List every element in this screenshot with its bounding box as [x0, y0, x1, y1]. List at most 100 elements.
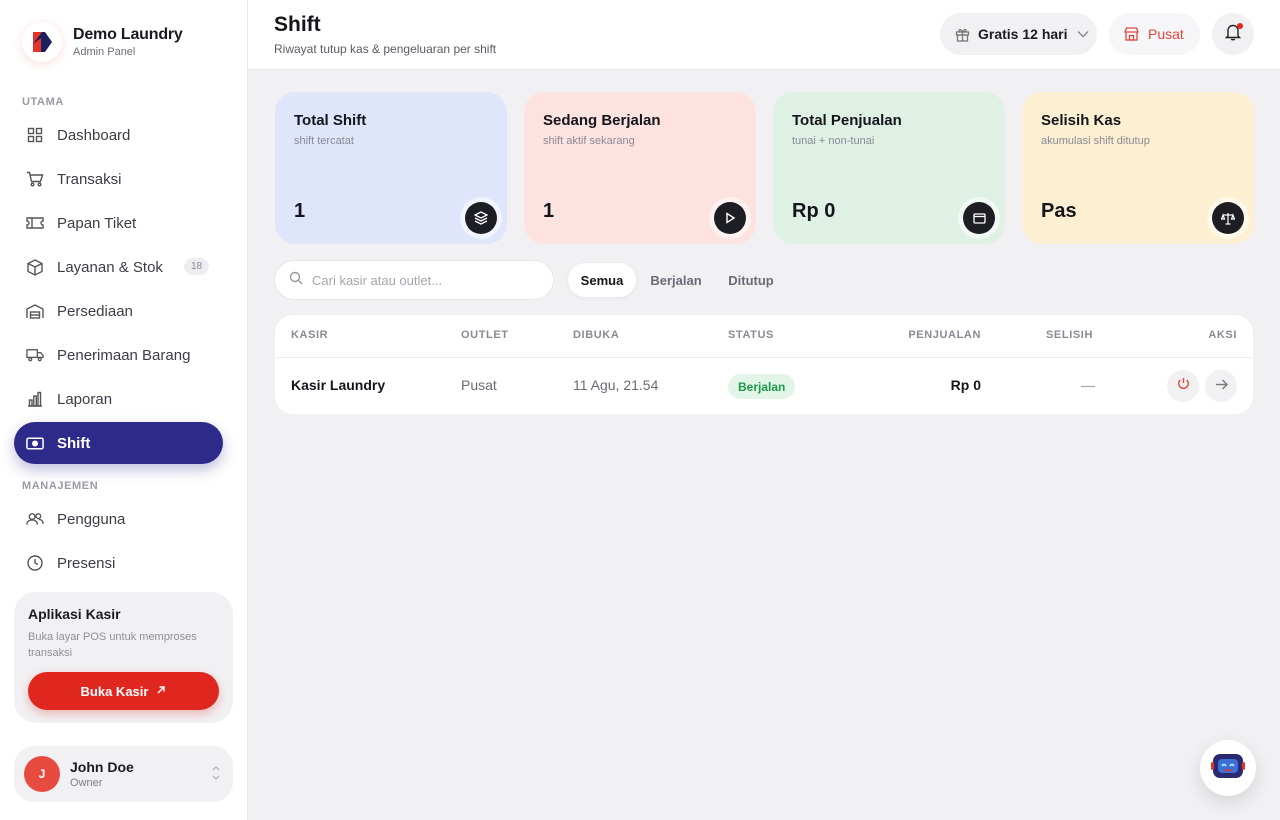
page-title: Shift [274, 13, 321, 36]
status-badge: Berjalan [728, 374, 796, 399]
sidebar-item-shift[interactable]: Shift [14, 422, 223, 464]
stat-title: Total Shift [294, 112, 367, 129]
sidebar: Demo Laundry Admin Panel UTAMA Dashboard… [0, 0, 248, 820]
sidebar-item-label: Laporan [57, 390, 113, 408]
sidebar-item-label: Papan Tiket [57, 214, 137, 232]
filter-tab-semua[interactable]: Semua [568, 263, 636, 297]
brand[interactable]: Demo Laundry Admin Panel [22, 22, 183, 62]
stat-subtitle: shift tercatat [294, 135, 354, 147]
column-header-status: STATUS [728, 329, 774, 341]
stat-title: Selisih Kas [1041, 112, 1122, 129]
column-header-dibuka: DIBUKA [573, 329, 620, 341]
sidebar-item-label: Transaksi [57, 170, 122, 188]
sidebar-item-transaksi[interactable]: Transaksi [14, 158, 223, 200]
sidebar-item-label: Layanan & Stok [57, 258, 163, 276]
view-shift-button[interactable] [1205, 370, 1237, 402]
notifications-button[interactable] [1212, 13, 1254, 55]
stat-subtitle: shift aktif sekarang [543, 135, 635, 147]
stat-card-sedang-berjalan: Sedang Berjalan shift aktif sekarang 1 [524, 92, 756, 244]
arrow-up-right-icon [156, 684, 166, 698]
bar-chart-icon [26, 390, 44, 408]
outlet-label: Pusat [1148, 26, 1184, 42]
cart-icon [26, 170, 44, 188]
wallet-icon [963, 202, 995, 234]
section-label-manajemen: MANAJEMEN [22, 480, 99, 492]
arrow-right-icon [1215, 377, 1228, 395]
section-label-utama: UTAMA [22, 96, 64, 108]
cell-dibuka: 11 Agu, 21.54 [573, 377, 659, 393]
sidebar-item-papan-tiket[interactable]: Papan Tiket [14, 202, 223, 244]
sidebar-item-pengguna[interactable]: Pengguna [14, 498, 223, 540]
grid-icon [26, 126, 44, 144]
cell-outlet: Pusat [461, 377, 497, 393]
store-icon [1124, 27, 1139, 41]
sidebar-item-persediaan[interactable]: Persediaan [14, 290, 223, 332]
stat-card-total-shift: Total Shift shift tercatat 1 [275, 92, 507, 244]
assistant-button[interactable] [1200, 740, 1256, 796]
user-menu[interactable]: J John Doe Owner [14, 746, 233, 802]
sidebar-item-laporan[interactable]: Laporan [14, 378, 223, 420]
stat-subtitle: akumulasi shift ditutup [1041, 135, 1150, 147]
cell-penjualan: Rp 0 [950, 377, 981, 393]
stat-subtitle: tunai + non-tunai [792, 135, 875, 147]
column-header-selisih: SELISIH [1046, 329, 1093, 341]
column-header-penjualan: PENJUALAN [908, 329, 981, 341]
stat-value: 1 [543, 200, 555, 222]
shift-table: KASIR OUTLET DIBUKA STATUS PENJUALAN SEL… [275, 315, 1253, 414]
trial-dropdown[interactable]: Gratis 12 hari [940, 13, 1097, 55]
column-header-outlet: OUTLET [461, 329, 509, 341]
sidebar-item-label: Dashboard [57, 126, 131, 144]
outlet-selector[interactable]: Pusat [1109, 13, 1200, 55]
count-badge: 18 [184, 258, 210, 275]
sidebar-item-label: Persediaan [57, 302, 133, 320]
kasir-card-description: Buka layar POS untuk memproses transaksi [28, 631, 197, 659]
stat-value: Pas [1041, 200, 1077, 222]
chevron-down-icon [1077, 30, 1089, 38]
box-icon [26, 258, 44, 276]
sidebar-item-label: Shift [57, 434, 91, 452]
search-input[interactable] [312, 272, 532, 288]
users-icon [26, 510, 44, 528]
scale-icon [1212, 202, 1244, 234]
column-header-kasir: KASIR [291, 329, 329, 341]
filter-tab-ditutup[interactable]: Ditutup [718, 263, 784, 297]
sidebar-item-layanan-stok[interactable]: Layanan & Stok 18 [14, 246, 223, 288]
layers-icon [465, 202, 497, 234]
search-box [274, 260, 554, 300]
open-kasir-button[interactable]: Buka Kasir [28, 672, 219, 710]
cell-kasir: Kasir Laundry [291, 377, 386, 393]
sidebar-item-presensi[interactable]: Presensi [14, 542, 223, 584]
open-kasir-label: Buka Kasir [80, 683, 149, 699]
user-name: John Doe [70, 759, 134, 775]
warehouse-icon [26, 302, 44, 320]
brand-subtitle: Admin Panel [73, 46, 136, 58]
sidebar-item-label: Pengguna [57, 510, 126, 528]
page-subtitle: Riwayat tutup kas & pengeluaran per shif… [274, 42, 497, 56]
close-shift-button[interactable] [1167, 370, 1199, 402]
filter-tab-berjalan[interactable]: Berjalan [642, 263, 710, 297]
truck-icon [26, 346, 44, 364]
stat-value: 1 [294, 200, 306, 222]
power-icon [1177, 377, 1190, 395]
notification-dot [1237, 23, 1243, 29]
kasir-card-title: Aplikasi Kasir [28, 606, 121, 622]
top-header: Shift Riwayat tutup kas & pengeluaran pe… [248, 0, 1280, 70]
ticket-icon [26, 214, 44, 232]
stat-value: Rp 0 [792, 200, 836, 222]
sidebar-item-dashboard[interactable]: Dashboard [14, 114, 223, 156]
cell-selisih: — [1081, 377, 1095, 393]
brand-logo [22, 22, 62, 62]
sidebar-item-label: Presensi [57, 554, 116, 572]
sidebar-item-label: Penerimaan Barang [57, 346, 191, 364]
stat-title: Sedang Berjalan [543, 112, 661, 129]
play-icon [714, 202, 746, 234]
user-role: Owner [70, 777, 103, 789]
clock-icon [26, 554, 44, 572]
chevron-up-down-icon [211, 764, 221, 784]
table-divider [275, 357, 1253, 358]
cash-icon [26, 434, 44, 452]
robot-icon [1211, 751, 1245, 786]
avatar: J [24, 756, 60, 792]
sidebar-item-penerimaan-barang[interactable]: Penerimaan Barang [14, 334, 223, 376]
stat-card-total-penjualan: Total Penjualan tunai + non-tunai Rp 0 [773, 92, 1005, 244]
